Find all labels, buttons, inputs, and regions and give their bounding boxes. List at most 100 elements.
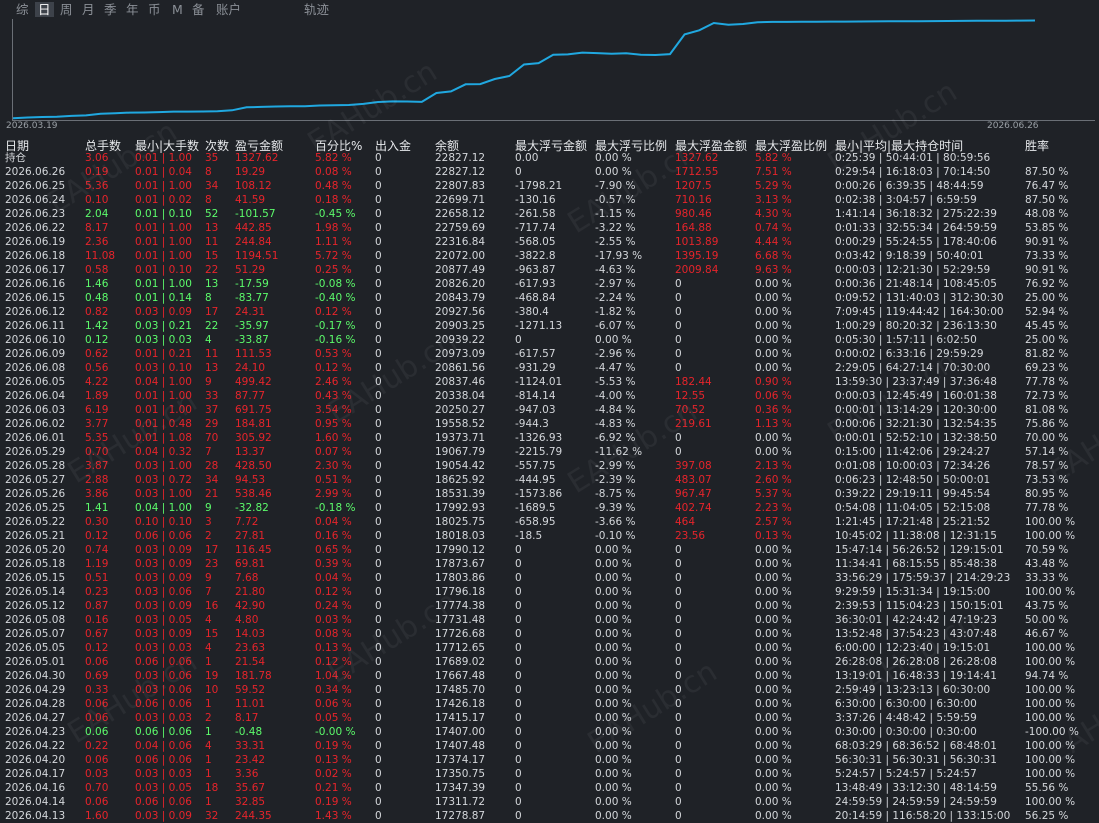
cell-total-lots: 1.42 — [85, 320, 109, 332]
table-row[interactable]: 2026.06.22 8.17 0.01 | 1.00 13 442.85 1.98 % 0… — [0, 221, 1099, 235]
table-row[interactable]: 2026.04.13 1.60 0.03 | 0.09 32 244.35 1.43 % 0… — [0, 809, 1099, 823]
cell-total-lots: 0.12 — [85, 642, 109, 654]
cell-deposit: 0 — [375, 656, 382, 668]
cell-percent: 1.04 % — [315, 670, 352, 682]
table-row[interactable]: 2026.06.02 3.77 0.01 | 0.48 29 184.81 0.95 % 0… — [0, 417, 1099, 431]
table-row[interactable]: 2026.05.22 0.30 0.10 | 0.10 3 7.72 0.04 % 0 180… — [0, 515, 1099, 529]
table-row[interactable]: 2026.05.01 0.06 0.06 | 0.06 1 21.54 0.12 % 0 17… — [0, 655, 1099, 669]
table-header: 日期 总手数 最小|大手数 次数 盈亏金额 百分比% 出入金 余额 最大浮亏金额 最大浮亏比例 最大… — [0, 137, 1099, 153]
cell-date: 2026.05.05 — [5, 642, 66, 654]
cell-max-float-profit: 0 — [675, 726, 682, 738]
cell-win-rate: 90.91 % — [1025, 264, 1069, 276]
tab-weekly[interactable]: 周 — [60, 2, 73, 17]
cell-count: 10 — [205, 684, 219, 696]
table-row[interactable]: 2026.06.17 0.58 0.01 | 0.10 22 51.29 0.25 % 0 2… — [0, 263, 1099, 277]
cell-min-max-lots: 0.01 | 0.14 — [135, 292, 192, 304]
table-row[interactable]: 2026.06.23 2.04 0.01 | 0.10 52 -101.57 -0.45 … — [0, 207, 1099, 221]
table-row[interactable]: 2026.05.08 0.16 0.03 | 0.05 4 4.80 0.03 % 0 177… — [0, 613, 1099, 627]
tab-daily[interactable]: 日 — [35, 2, 54, 17]
table-row[interactable]: 2026.04.30 0.69 0.03 | 0.06 19 181.78 1.04 % 0… — [0, 669, 1099, 683]
cell-pnl: 59.52 — [235, 684, 266, 696]
table-row[interactable]: 2026.05.25 1.41 0.04 | 1.00 9 -32.82 -0.18 % 0… — [0, 501, 1099, 515]
cell-pnl: 7.68 — [235, 572, 259, 584]
table-row[interactable]: 2026.06.01 5.35 0.01 | 1.08 70 305.92 1.60 % 0… — [0, 431, 1099, 445]
table-row[interactable]: 2026.06.09 0.62 0.01 | 0.21 11 111.53 0.53 % 0… — [0, 347, 1099, 361]
table-row[interactable]: 2026.06.18 11.08 0.01 | 1.00 15 1194.51 5.72 … — [0, 249, 1099, 263]
cell-max-float-loss: 0 — [515, 698, 522, 710]
cell-max-float-profit: 0 — [675, 782, 682, 794]
table-row[interactable]: 2026.05.12 0.87 0.03 | 0.09 16 42.90 0.24 % 0 1… — [0, 599, 1099, 613]
cell-min-max-lots: 0.01 | 1.00 — [135, 390, 192, 402]
tab-m[interactable]: M — [172, 2, 183, 17]
table-row[interactable]: 2026.04.17 0.03 0.03 | 0.03 1 3.36 0.02 % 0 173… — [0, 767, 1099, 781]
table-row[interactable]: 2026.04.20 0.06 0.06 | 0.06 1 23.42 0.13 % 0 17… — [0, 753, 1099, 767]
table-row[interactable]: 2026.06.24 0.10 0.01 | 0.02 8 41.59 0.18 % 0 22… — [0, 193, 1099, 207]
cell-max-float-profit: 70.52 — [675, 404, 706, 416]
table-row[interactable]: 2026.05.20 0.74 0.03 | 0.09 17 116.45 0.65 % 0… — [0, 543, 1099, 557]
tab-quarterly[interactable]: 季 — [104, 2, 117, 17]
tab-account[interactable]: 账户 — [216, 2, 241, 17]
tab-currency[interactable]: 币 — [148, 2, 161, 17]
table-row[interactable]: 2026.05.18 1.19 0.03 | 0.09 23 69.81 0.39 % 0 1… — [0, 557, 1099, 571]
cell-pnl: -17.59 — [235, 278, 269, 290]
table-row[interactable]: 2026.05.26 3.86 0.03 | 1.00 21 538.46 2.99 % 0… — [0, 487, 1099, 501]
table-row[interactable]: 2026.05.14 0.23 0.03 | 0.06 7 21.80 0.12 % 0 17… — [0, 585, 1099, 599]
table-row[interactable]: 2026.05.27 2.88 0.03 | 0.72 34 94.53 0.51 % 0 1… — [0, 473, 1099, 487]
cell-date: 2026.05.28 — [5, 460, 66, 472]
cell-percent: 0.34 % — [315, 684, 352, 696]
tab-notes[interactable]: 备 — [192, 2, 205, 17]
table-row[interactable]: 2026.06.25 5.36 0.01 | 1.00 34 108.12 0.48 % 0… — [0, 179, 1099, 193]
table-row[interactable]: 2026.06.08 0.56 0.03 | 0.10 13 24.10 0.12 % 0 2… — [0, 361, 1099, 375]
cell-deposit: 0 — [375, 250, 382, 262]
table-row[interactable]: 2026.04.27 0.06 0.03 | 0.03 2 8.17 0.05 % 0 174… — [0, 711, 1099, 725]
table-row[interactable]: 2026.06.15 0.48 0.01 | 0.14 8 -83.77 -0.40 % 0… — [0, 291, 1099, 305]
cell-count: 18 — [205, 782, 219, 794]
cell-max-float-profit: 182.44 — [675, 376, 712, 388]
table-row[interactable]: 2026.04.29 0.33 0.03 | 0.06 10 59.52 0.34 % 0 1… — [0, 683, 1099, 697]
cell-win-rate: 52.94 % — [1025, 306, 1069, 318]
tab-overview[interactable]: 综 — [16, 2, 29, 17]
tab-yearly[interactable]: 年 — [126, 2, 139, 17]
table-row[interactable]: 2026.06.12 0.82 0.03 | 0.09 17 24.31 0.12 % 0 2… — [0, 305, 1099, 319]
cell-pnl: 27.81 — [235, 530, 266, 542]
table-row[interactable]: 2026.06.03 6.19 0.01 | 1.00 37 691.75 3.54 % 0… — [0, 403, 1099, 417]
cell-balance: 17803.86 — [435, 572, 486, 584]
table-row[interactable]: 2026.05.05 0.12 0.03 | 0.03 4 23.63 0.13 % 0 17… — [0, 641, 1099, 655]
cell-percent: 0.12 % — [315, 362, 352, 374]
table-row[interactable]: 2026.06.05 4.22 0.04 | 1.00 9 499.42 2.46 % 0 2… — [0, 375, 1099, 389]
cell-max-float-profit: 1013.89 — [675, 236, 719, 248]
cell-total-lots: 1.60 — [85, 810, 109, 822]
cell-win-rate: 77.78 % — [1025, 502, 1069, 514]
cell-percent: -0.08 % — [315, 278, 356, 290]
cell-count: 1 — [205, 698, 212, 710]
table-row[interactable]: 2026.05.15 0.51 0.03 | 0.09 9 7.68 0.04 % 0 178… — [0, 571, 1099, 585]
cell-count: 21 — [205, 488, 219, 500]
table-row[interactable]: 2026.05.21 0.12 0.06 | 0.06 2 27.81 0.16 % 0 18… — [0, 529, 1099, 543]
table-row[interactable]: 2026.05.29 0.70 0.04 | 0.32 7 13.37 0.07 % 0 19… — [0, 445, 1099, 459]
table-row[interactable]: 2026.04.23 0.06 0.06 | 0.06 1 -0.48 -0.00 % 0 1… — [0, 725, 1099, 739]
table-row[interactable]: 2026.04.16 0.70 0.03 | 0.05 18 35.67 0.21 % 0 1… — [0, 781, 1099, 795]
table-row[interactable]: 2026.05.07 0.67 0.03 | 0.09 15 14.03 0.08 % 0 1… — [0, 627, 1099, 641]
table-row[interactable]: 2026.06.11 1.42 0.03 | 0.21 22 -35.97 -0.17 %… — [0, 319, 1099, 333]
table-row[interactable]: 2026.06.19 2.36 0.01 | 1.00 11 244.84 1.11 % 0… — [0, 235, 1099, 249]
table-row[interactable]: 2026.06.04 1.89 0.01 | 1.00 33 87.77 0.43 % 0 2… — [0, 389, 1099, 403]
table-row[interactable]: 2026.04.28 0.06 0.06 | 0.06 1 11.01 0.06 % 0 17… — [0, 697, 1099, 711]
tab-monthly[interactable]: 月 — [82, 2, 95, 17]
tab-track[interactable]: 轨迹 — [304, 2, 329, 17]
cell-date: 2026.04.27 — [5, 712, 66, 724]
cell-max-float-loss: 0 — [515, 712, 522, 724]
cell-max-float-profit: 710.16 — [675, 194, 712, 206]
cell-max-float-profit-pct: 5.37 % — [755, 488, 792, 500]
table-row[interactable]: 持仓 3.06 0.01 | 1.00 35 1327.62 5.82 % 0 22827.1… — [0, 151, 1099, 165]
cell-date: 2026.06.09 — [5, 348, 66, 360]
cell-hold-time: 3:37:26 | 4:48:42 | 5:59:59 — [835, 712, 977, 724]
table-row[interactable]: 2026.06.26 0.19 0.01 | 0.04 8 19.29 0.08 % 0 22… — [0, 165, 1099, 179]
table-row[interactable]: 2026.06.16 1.46 0.01 | 1.00 13 -17.59 -0.08 %… — [0, 277, 1099, 291]
table-row[interactable]: 2026.06.10 0.12 0.03 | 0.03 4 -33.87 -0.16 % 0… — [0, 333, 1099, 347]
cell-max-float-profit: 164.88 — [675, 222, 712, 234]
table-row[interactable]: 2026.05.28 3.87 0.03 | 1.00 28 428.50 2.30 % 0… — [0, 459, 1099, 473]
table-row[interactable]: 2026.04.14 0.06 0.06 | 0.06 1 32.85 0.19 % 0 17… — [0, 795, 1099, 809]
cell-max-float-loss-pct: -0.57 % — [595, 194, 636, 206]
table-row[interactable]: 2026.04.22 0.22 0.04 | 0.06 4 33.31 0.19 % 0 17… — [0, 739, 1099, 753]
cell-min-max-lots: 0.04 | 0.32 — [135, 446, 192, 458]
